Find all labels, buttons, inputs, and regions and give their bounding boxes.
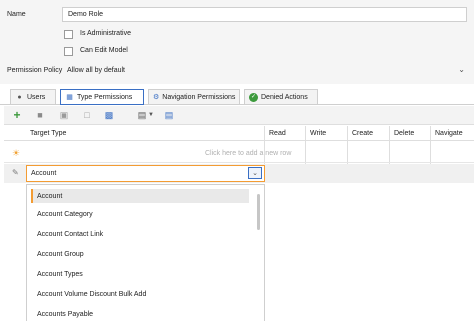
permission-policy-label: Permission Policy	[7, 67, 63, 74]
chevron-down-icon: ⌄	[252, 170, 258, 177]
can-edit-model-checkbox[interactable]	[64, 47, 73, 56]
dropdown-scrollbar[interactable]	[257, 194, 260, 230]
new-row-icon: ☀	[12, 148, 21, 158]
export-icon[interactable]: ▤	[163, 108, 175, 122]
name-value: Demo Role	[68, 11, 104, 18]
dropdown-item[interactable]: Account Category	[37, 211, 93, 218]
name-input[interactable]: Demo Role	[62, 7, 467, 22]
tab-type-permissions[interactable]: ▦ Type Permissions	[60, 89, 144, 105]
tab-denied-actions-label: Denied Actions	[261, 93, 308, 101]
grid-options-icon[interactable]: ▩	[103, 108, 115, 122]
chevron-down-icon[interactable]: ⌄	[458, 65, 465, 74]
dropdown-item[interactable]: Account Types	[37, 271, 83, 278]
denied-actions-icon: ✓	[249, 92, 258, 102]
column-read[interactable]: Read	[269, 126, 286, 140]
calendar-icon[interactable]: □	[81, 108, 93, 122]
tab-navigation-permissions[interactable]: ⚙ Navigation Permissions	[148, 89, 240, 104]
dropdown-selected-highlight	[31, 189, 249, 203]
column-target-type[interactable]: Target Type	[30, 126, 66, 140]
dropdown-item[interactable]: Account Group	[37, 251, 84, 258]
save-icon[interactable]: ▣	[58, 108, 70, 122]
column-write[interactable]: Write	[310, 126, 326, 140]
column-navigate[interactable]: Navigate	[435, 126, 463, 140]
dropdown-item[interactable]: Account Contact Link	[37, 231, 103, 238]
type-permissions-icon: ▦	[66, 93, 73, 101]
dropdown-item[interactable]: Account	[37, 193, 62, 200]
is-administrative-checkbox[interactable]	[64, 30, 73, 39]
permission-policy-select[interactable]: Allow all by default ⌄	[62, 63, 467, 78]
target-type-combo[interactable]: Account ⌄	[26, 165, 265, 182]
users-icon: ●	[17, 93, 22, 101]
chevron-down-icon[interactable]: ▼	[147, 108, 155, 122]
add-icon[interactable]: +	[10, 108, 24, 122]
toolbar	[4, 106, 474, 125]
dropdown-item[interactable]: Accounts Payable	[37, 311, 93, 318]
navigation-icon: ⚙	[153, 93, 160, 101]
tab-users-label: Users	[27, 93, 46, 101]
tab-type-permissions-label: Type Permissions	[77, 93, 133, 101]
delete-icon[interactable]: ■	[34, 108, 46, 122]
name-label: Name	[7, 11, 26, 18]
new-row[interactable]: ☀ Click here to add a new row	[4, 146, 474, 163]
can-edit-model-label: Can Edit Model	[80, 47, 128, 54]
column-create[interactable]: Create	[352, 126, 373, 140]
permission-policy-value: Allow all by default	[67, 67, 125, 74]
dropdown-item[interactable]: Account Volume Discount Bulk Add	[37, 291, 146, 298]
new-row-placeholder: Click here to add a new row	[205, 150, 292, 157]
combo-dropdown-button[interactable]: ⌄	[248, 167, 262, 179]
edit-pencil-icon: ✎	[12, 168, 19, 177]
target-type-value: Account	[31, 170, 57, 177]
column-delete[interactable]: Delete	[394, 126, 414, 140]
tab-users[interactable]: ● Users	[10, 89, 56, 104]
is-administrative-label: Is Administrative	[80, 30, 131, 37]
tab-navigation-permissions-label: Navigation Permissions	[162, 93, 236, 101]
tab-denied-actions[interactable]: ✓ Denied Actions	[244, 89, 318, 104]
